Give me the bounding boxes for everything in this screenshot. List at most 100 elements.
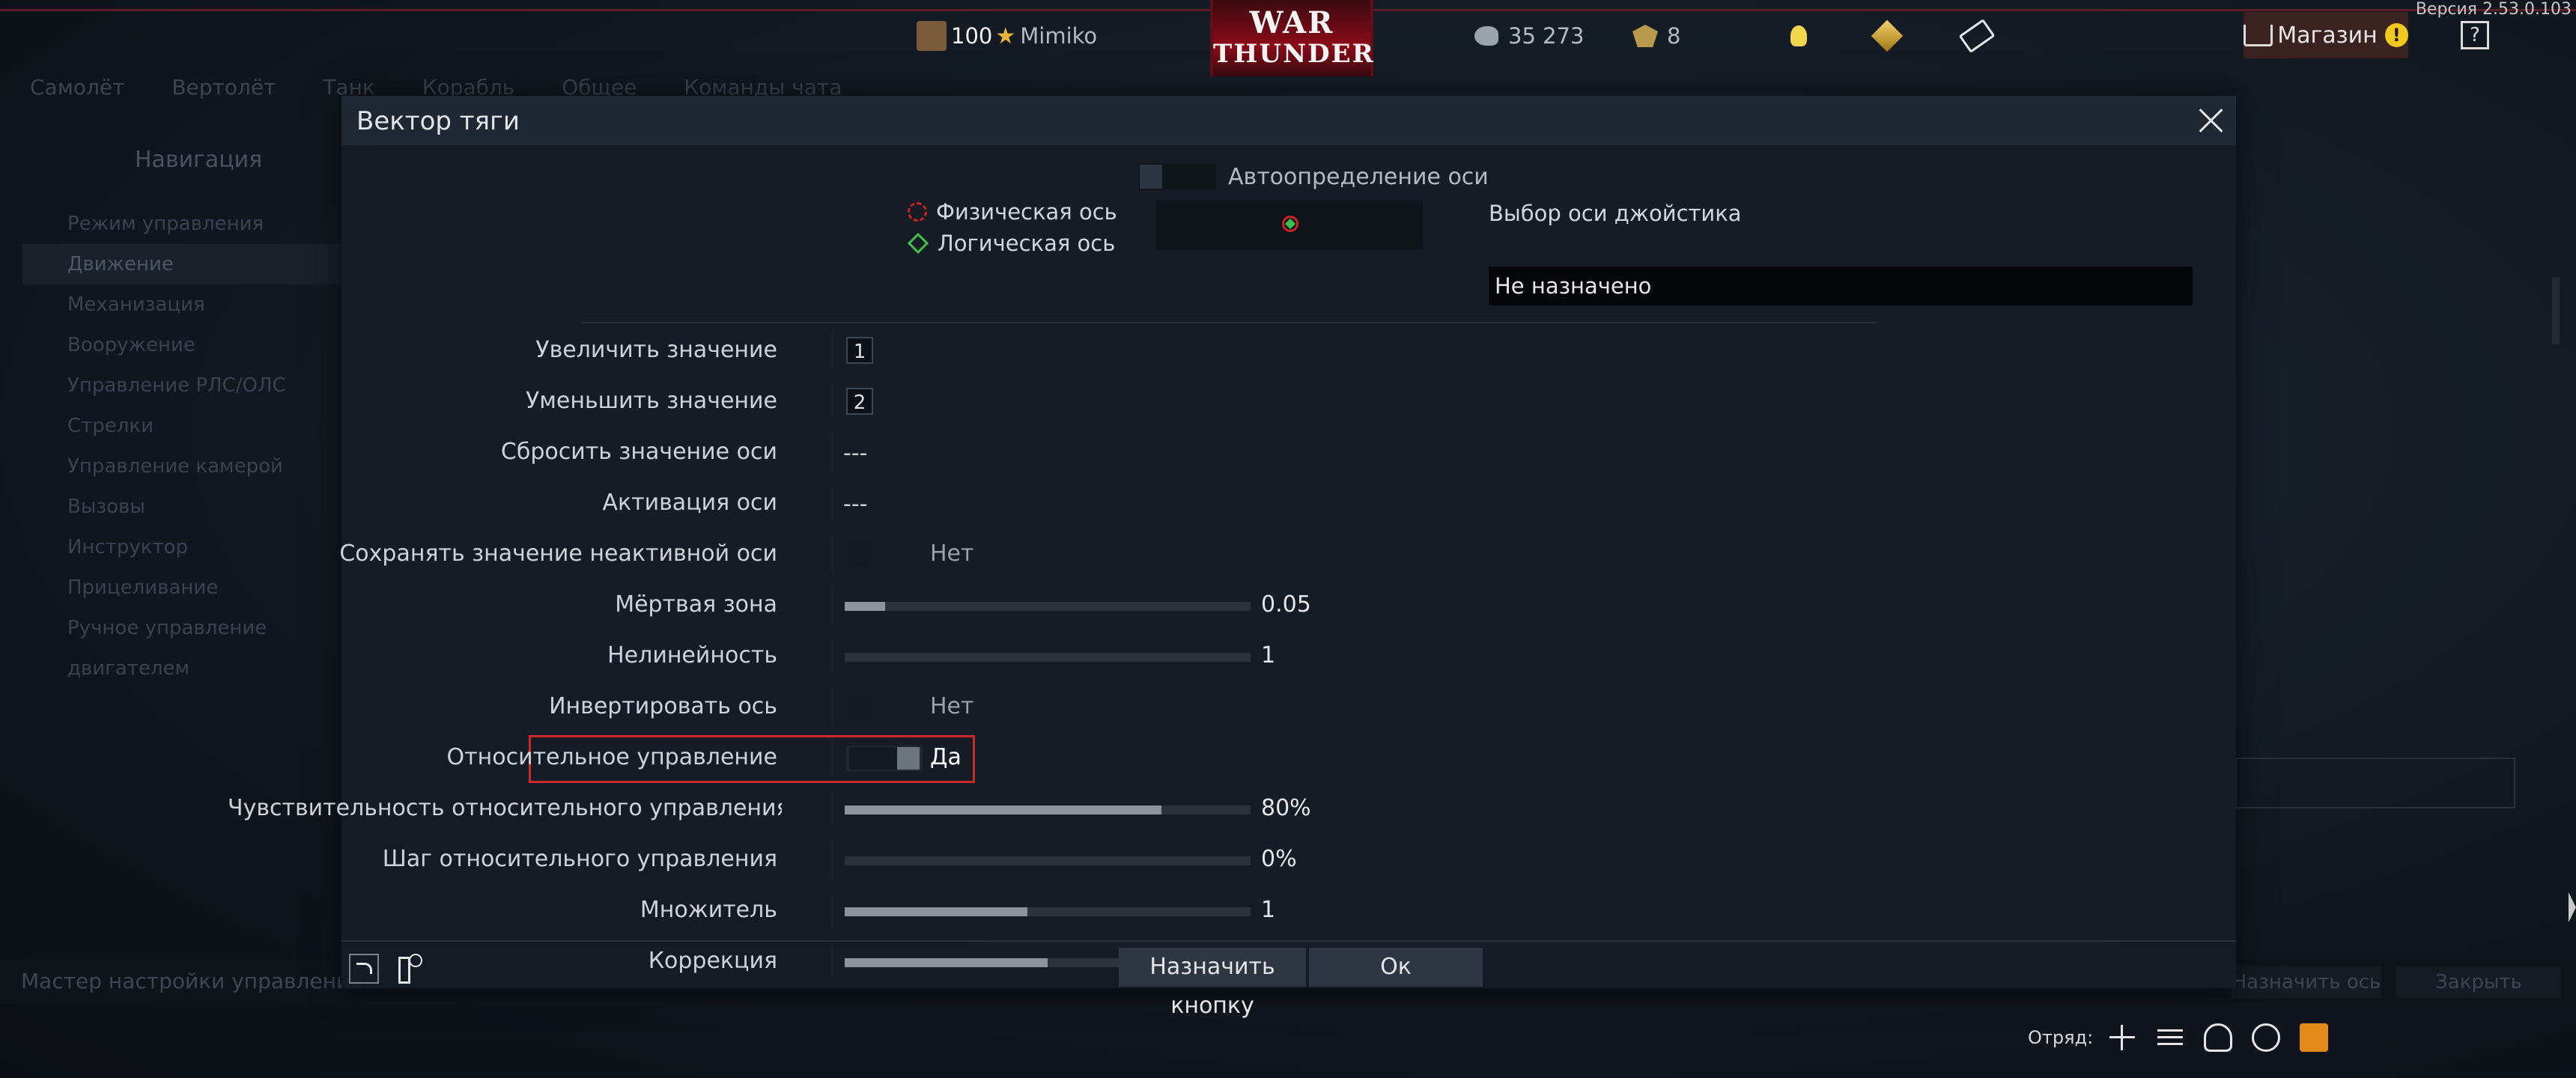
war-thunder-logo[interactable]: WAR THUNDER (1210, 0, 1373, 76)
golden-eagle-icon (1631, 22, 1659, 50)
top-header: Версия 2.53.0.103 100 ★ Mimiko WAR THUND… (0, 0, 2576, 76)
bg-nav-item: Механизация (67, 293, 205, 316)
row-divider (831, 689, 833, 725)
joystick-axis-label: Выбор оси джойстика (1489, 201, 1742, 226)
shop-label: Магазин (2277, 22, 2378, 49)
lightbulb-icon[interactable] (1782, 19, 1815, 52)
auto-axis-toggle[interactable] (1138, 163, 1216, 190)
physical-axis-label: Физическая ось (936, 199, 1117, 225)
bg-close: Закрыть (2396, 966, 2561, 999)
cart-icon (2244, 24, 2273, 46)
ok-button[interactable]: Ок (1309, 948, 1483, 987)
row-divider (831, 536, 833, 572)
row-divider (831, 638, 833, 674)
player-level: 100 (951, 23, 993, 49)
premium-diamond-icon[interactable] (1871, 19, 1904, 52)
player-name: Mimiko (1020, 23, 1098, 49)
logo-line-2: THUNDER (1213, 39, 1375, 69)
row-label: Уменьшить значение (525, 388, 777, 414)
physical-axis-icon (908, 202, 927, 222)
close-button[interactable] (2194, 103, 2229, 138)
alert-icon: ! (2384, 23, 2408, 47)
auto-axis-detection[interactable]: Автоопределение оси (1138, 163, 1489, 190)
auto-axis-label: Автоопределение оси (1228, 163, 1489, 190)
row-decrease-value[interactable]: Уменьшить значение 2 (341, 376, 2236, 427)
thrust-vector-dialog: Вектор тяги Автоопределение оси Физическ… (228, 96, 2236, 1019)
axis-position-marker (1282, 216, 1298, 232)
row-invert-axis[interactable]: Инвертировать ось Нет (341, 681, 2236, 732)
keep-inactive-checkbox[interactable] (846, 542, 870, 566)
key-binding[interactable]: 2 (846, 388, 873, 415)
coupon-ticket-icon[interactable] (1958, 19, 1996, 53)
row-relative-step[interactable]: Шаг относительного управления 0% (341, 834, 2236, 885)
key-binding[interactable]: 1 (846, 337, 873, 364)
axis-position-indicator (1156, 201, 1423, 250)
multiplier-slider[interactable] (845, 907, 1251, 916)
dialog-header: Вектор тяги (341, 96, 2236, 145)
squad-label: Отряд: (2028, 1027, 2094, 1048)
slider-fill (845, 806, 1161, 814)
unassigned-binding[interactable]: --- (843, 440, 867, 466)
golden-eagles[interactable]: 8 (1631, 21, 1680, 51)
row-divider (831, 485, 833, 521)
row-label: Множитель (640, 897, 777, 923)
bg-tab: Вертолёт (171, 75, 276, 100)
silver-lion-icon (1472, 22, 1501, 50)
row-label: Чувствительность относительного управлен… (228, 795, 782, 821)
divider (581, 322, 1877, 323)
row-dead-zone[interactable]: Мёртвая зона 0.05 (341, 579, 2236, 630)
help-button[interactable]: ? (2461, 21, 2489, 49)
row-label: Сохранять значение неактивной оси (339, 540, 777, 567)
row-label: Относительное управление (446, 744, 777, 770)
row-divider (831, 841, 833, 877)
slider-fill (845, 602, 886, 611)
golden-eagles-value: 8 (1667, 23, 1681, 49)
slider-value: 80% (1261, 795, 1311, 821)
checkbox-value: Нет (930, 540, 974, 567)
physical-axis-legend: Физическая ось (908, 196, 1117, 228)
slider-value: 1 (1261, 642, 1276, 669)
row-divider (831, 892, 833, 928)
row-multiplier[interactable]: Множитель 1 (341, 885, 2236, 936)
row-axis-activation[interactable]: Активация оси --- (341, 478, 2236, 529)
slider-fill (845, 907, 1027, 916)
invert-axis-checkbox[interactable] (846, 695, 870, 719)
relative-sensitivity-slider[interactable] (845, 806, 1251, 814)
friends-icon[interactable] (2204, 1023, 2233, 1052)
add-squad-member-icon[interactable] (2108, 1023, 2136, 1052)
mail-icon[interactable] (2300, 1023, 2329, 1052)
reset-binding-icon[interactable] (394, 954, 424, 984)
row-divider (831, 434, 833, 470)
row-reset-axis[interactable]: Сбросить значение оси --- (341, 427, 2236, 478)
bg-assign-axis: Назначить ось (2232, 966, 2381, 999)
chat-icon[interactable] (2252, 1023, 2281, 1052)
row-nonlinearity[interactable]: Нелинейность 1 (341, 630, 2236, 681)
row-label: Сбросить значение оси (500, 439, 777, 465)
toggle-value: Да (930, 744, 962, 770)
logical-axis-label: Логическая ось (938, 231, 1116, 256)
joystick-axis-select[interactable]: Не назначено (1489, 267, 2193, 305)
row-increase-value[interactable]: Увеличить значение 1 (341, 325, 2236, 376)
dialog-title: Вектор тяги (356, 106, 520, 136)
squad-bar: Отряд: (2028, 1021, 2348, 1054)
list-icon[interactable] (2156, 1023, 2184, 1052)
row-keep-inactive-axis[interactable]: Сохранять значение неактивной оси Нет (339, 529, 2236, 579)
logo-line-1: WAR (1249, 5, 1334, 40)
nonlinearity-slider[interactable] (845, 653, 1251, 662)
relative-step-slider[interactable] (845, 856, 1251, 865)
undo-icon[interactable] (349, 954, 379, 984)
relative-control-toggle[interactable] (846, 746, 923, 771)
shop-button[interactable]: Магазин ! (2244, 12, 2408, 58)
row-relative-sensitivity[interactable]: Чувствительность относительного управлен… (228, 783, 2236, 834)
row-divider (831, 332, 833, 368)
unassigned-binding[interactable]: --- (843, 491, 867, 517)
assign-button[interactable]: Назначить кнопку (1119, 948, 1306, 1019)
player-info[interactable]: 100 ★ Mimiko (917, 21, 1097, 51)
bg-nav-title: Навигация (135, 147, 263, 173)
dead-zone-slider[interactable] (845, 602, 1251, 611)
bg-nav-list: Режим управления Движение Механизация Во… (22, 204, 352, 680)
row-relative-control[interactable]: Относительное управление Да (341, 732, 2236, 783)
row-divider (831, 587, 833, 623)
avatar[interactable] (917, 21, 947, 51)
silver-lions[interactable]: 35 273 (1472, 21, 1584, 51)
